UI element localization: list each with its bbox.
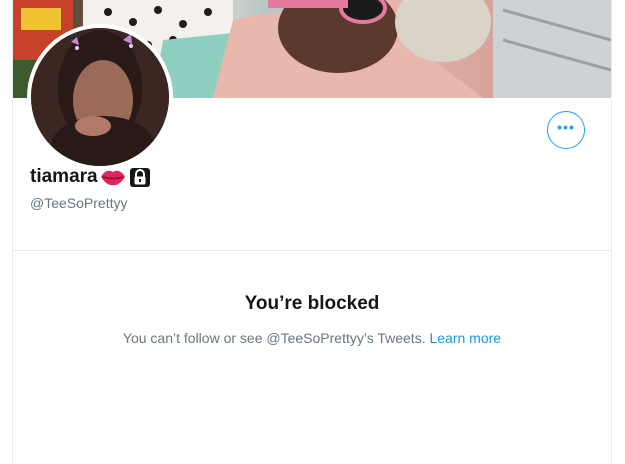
- blocked-message: You can’t follow or see @TeeSoPrettyy’s …: [13, 330, 611, 346]
- lock-icon: [129, 166, 151, 188]
- more-options-button[interactable]: •••: [547, 111, 585, 149]
- profile-avatar[interactable]: [27, 24, 173, 170]
- learn-more-link[interactable]: Learn more: [429, 330, 501, 346]
- profile-page: ••• tiamara @TeeSoPrettyy You’re blocked…: [12, 0, 612, 464]
- more-horizontal-icon: •••: [557, 119, 575, 135]
- section-divider: [13, 250, 611, 251]
- blocked-title: You’re blocked: [244, 293, 380, 314]
- profile-handle: @TeeSoPrettyy: [30, 195, 128, 211]
- profile-name-row: tiamara: [30, 166, 151, 188]
- blocked-message-text: You can’t follow or see @TeeSoPrettyy’s …: [122, 330, 426, 346]
- profile-name: tiamara: [30, 166, 98, 187]
- lips-icon: [100, 167, 126, 187]
